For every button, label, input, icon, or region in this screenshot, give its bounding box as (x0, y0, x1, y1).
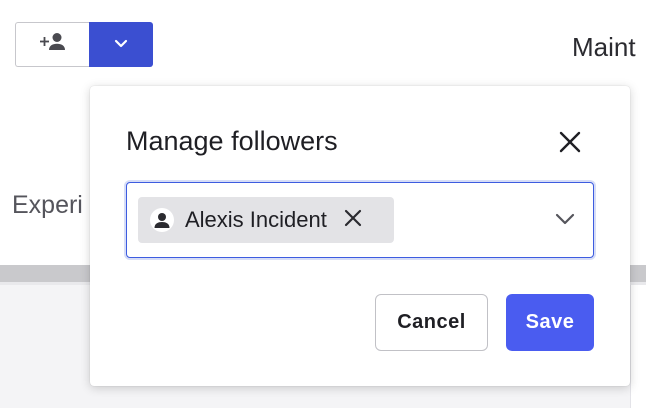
section-label: Experi (12, 191, 83, 219)
side-panel (630, 285, 646, 408)
manage-followers-dialog: Manage followers Alexis Incident Cancel … (90, 86, 630, 386)
save-button[interactable]: Save (506, 294, 594, 351)
cancel-button[interactable]: Cancel (375, 294, 488, 351)
followers-select[interactable]: Alexis Incident (126, 182, 594, 258)
follower-name: Alexis Incident (185, 207, 327, 232)
page-title: Maint (572, 32, 636, 62)
remove-follower-button[interactable] (341, 208, 365, 232)
close-button[interactable] (556, 130, 584, 158)
follow-button-group (15, 22, 153, 67)
follower-chip: Alexis Incident (138, 197, 394, 243)
person-icon (150, 208, 174, 232)
select-toggle[interactable] (551, 207, 579, 235)
chevron-down-icon (555, 212, 575, 230)
chevron-down-icon (113, 36, 129, 54)
close-icon (344, 209, 362, 232)
follow-options-button[interactable] (89, 22, 153, 67)
person-add-icon (38, 31, 68, 58)
close-icon (559, 131, 581, 158)
dialog-title: Manage followers (126, 126, 338, 156)
follow-button[interactable] (15, 22, 89, 67)
